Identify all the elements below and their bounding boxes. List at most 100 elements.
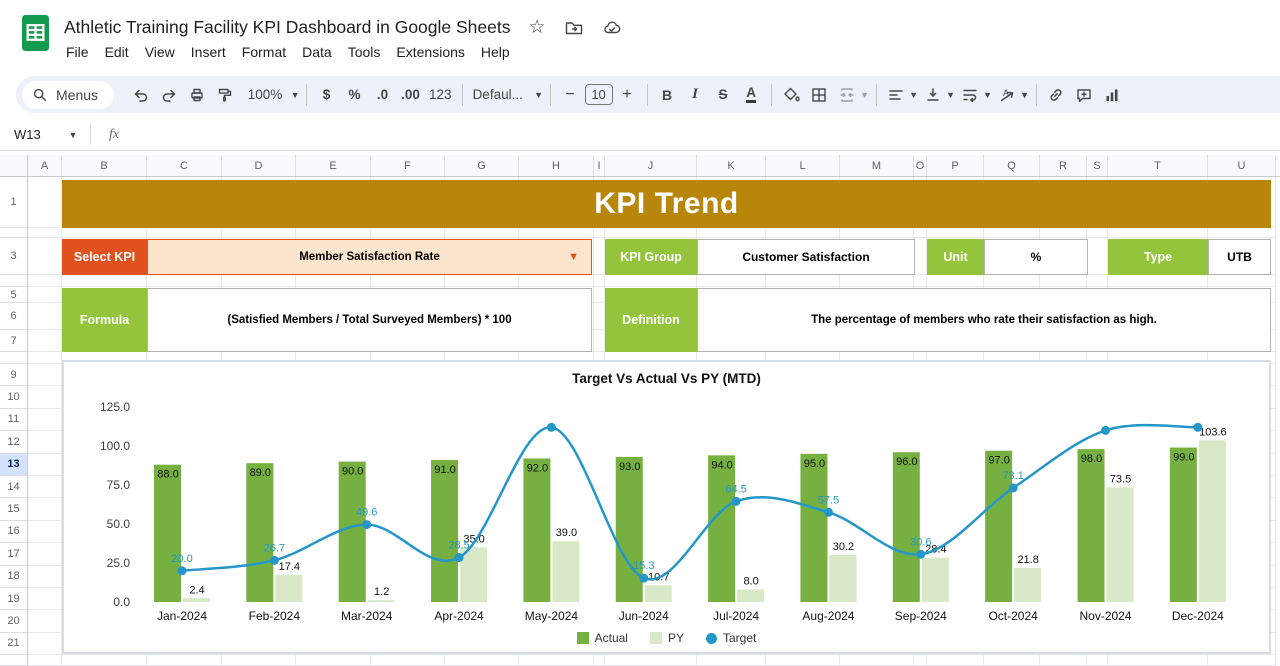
row-header-14[interactable]: 14 (0, 476, 27, 499)
column-header-G[interactable]: G (445, 155, 519, 176)
strikethrough-button[interactable]: S (710, 81, 737, 108)
insert-link-button[interactable] (1043, 81, 1070, 108)
text-wrap-button[interactable] (957, 81, 984, 108)
row-header-21[interactable]: 21 (0, 633, 27, 656)
undo-button[interactable] (127, 81, 154, 108)
column-header-P[interactable]: P (927, 155, 984, 176)
zoom-value: 100% (247, 87, 283, 102)
row-header-15[interactable]: 15 (0, 498, 27, 521)
bold-button[interactable]: B (654, 81, 681, 108)
column-header-H[interactable]: H (519, 155, 594, 176)
menu-extensions[interactable]: Extensions (388, 42, 472, 62)
column-header-M[interactable]: M (840, 155, 914, 176)
row-header-1[interactable]: 1 (0, 177, 27, 228)
column-header-R[interactable]: R (1040, 155, 1087, 176)
column-header-K[interactable]: K (697, 155, 766, 176)
format-percent-button[interactable]: % (341, 81, 368, 108)
spreadsheet-grid[interactable]: KPI Trend Select KPI Member Satisfaction… (28, 177, 1280, 666)
borders-button[interactable] (806, 81, 833, 108)
menu-file[interactable]: File (58, 42, 97, 62)
font-family-select[interactable]: Defaul... (469, 87, 535, 102)
chart-legend: Actual PY Target (64, 631, 1269, 645)
row-header-8[interactable] (0, 352, 27, 364)
row-header-19[interactable]: 19 (0, 588, 27, 611)
column-header-Q[interactable]: Q (984, 155, 1040, 176)
menu-insert[interactable]: Insert (183, 42, 234, 62)
target-point (823, 507, 833, 517)
column-header-J[interactable]: J (605, 155, 697, 176)
gridline (28, 237, 1276, 238)
number-format-button[interactable]: 123 (425, 81, 456, 108)
decrease-font-size-button[interactable]: − (557, 81, 584, 108)
paint-format-button[interactable] (211, 81, 238, 108)
column-header-D[interactable]: D (222, 155, 296, 176)
row-header-18[interactable]: 18 (0, 566, 27, 588)
column-header-U[interactable]: U (1208, 155, 1276, 176)
select-all-corner[interactable] (0, 155, 28, 177)
column-header-O[interactable]: O (914, 155, 927, 176)
print-button[interactable] (183, 81, 210, 108)
increase-font-size-button[interactable]: + (614, 81, 641, 108)
row-header-5[interactable]: 5 (0, 287, 27, 303)
name-box-caret-icon: ▼ (68, 129, 78, 140)
menus-label: Menus (56, 86, 99, 103)
column-header-E[interactable]: E (296, 155, 371, 176)
menu-data[interactable]: Data (294, 42, 340, 62)
row-header-9[interactable]: 9 (0, 364, 27, 387)
text-rotation-button[interactable]: A (994, 81, 1021, 108)
row-header-12[interactable]: 12 (0, 431, 27, 454)
move-folder-icon[interactable] (564, 19, 584, 37)
kpi-dropdown[interactable]: Member Satisfaction Rate ▼ (147, 239, 592, 275)
row-header-11[interactable]: 11 (0, 409, 27, 432)
row-header-6[interactable]: 6 (0, 303, 27, 330)
fill-color-button[interactable] (778, 81, 805, 108)
document-title[interactable]: Athletic Training Facility KPI Dashboard… (64, 17, 510, 38)
row-header-7[interactable]: 7 (0, 330, 27, 352)
horizontal-align-button[interactable] (883, 81, 910, 108)
kpi-trend-chart[interactable]: Target Vs Actual Vs PY (MTD) 0.0 25.0 50.0… (62, 360, 1271, 654)
search-menus-button[interactable]: Menus (22, 80, 115, 109)
text-color-button[interactable]: A (738, 81, 765, 108)
column-header-T[interactable]: T (1108, 155, 1208, 176)
column-header-S[interactable]: S (1087, 155, 1108, 176)
row-header-2[interactable] (0, 228, 27, 238)
decrease-decimal-button[interactable]: .0 (369, 81, 396, 108)
row-header-13[interactable]: 13 (0, 453, 27, 476)
menu-help[interactable]: Help (473, 42, 518, 62)
zoom-control[interactable]: 100% (239, 81, 291, 108)
row-header-16[interactable]: 16 (0, 521, 27, 544)
increase-decimal-button[interactable]: .00 (397, 81, 424, 108)
row-header-3[interactable]: 3 (0, 238, 27, 275)
menu-edit[interactable]: Edit (97, 42, 137, 62)
menu-format[interactable]: Format (234, 42, 294, 62)
target-line (180, 423, 1200, 581)
column-header-C[interactable]: C (147, 155, 222, 176)
menu-view[interactable]: View (137, 42, 183, 62)
column-header-L[interactable]: L (766, 155, 840, 176)
star-icon[interactable]: ☆ (528, 16, 545, 39)
vertical-align-button[interactable] (920, 81, 947, 108)
month-label: Mar-2024 (341, 609, 393, 623)
cell-name-box[interactable]: W13 ▼ (0, 127, 86, 142)
font-size-input[interactable]: 10 (584, 84, 613, 105)
row-header-4[interactable] (0, 275, 27, 287)
insert-chart-button[interactable] (1099, 81, 1126, 108)
sheets-logo-icon[interactable] (22, 15, 49, 56)
cloud-status-icon[interactable] (602, 19, 622, 37)
row-header-10[interactable]: 10 (0, 386, 27, 409)
y-axis-tick: 75.0 (107, 478, 131, 492)
row-header-20[interactable]: 20 (0, 610, 27, 633)
merge-cells-button[interactable] (834, 81, 861, 108)
menu-tools[interactable]: Tools (340, 42, 389, 62)
format-currency-button[interactable]: $ (313, 81, 340, 108)
function-icon[interactable]: fx (109, 127, 119, 143)
row-header-17[interactable]: 17 (0, 543, 27, 566)
column-header-A[interactable]: A (28, 155, 62, 176)
column-header-I[interactable]: I (594, 155, 605, 176)
add-comment-button[interactable] (1071, 81, 1098, 108)
italic-button[interactable]: I (682, 81, 709, 108)
column-header-B[interactable]: B (62, 155, 147, 176)
column-header-F[interactable]: F (371, 155, 445, 176)
redo-button[interactable] (155, 81, 182, 108)
row-header-hidden[interactable] (0, 655, 27, 666)
